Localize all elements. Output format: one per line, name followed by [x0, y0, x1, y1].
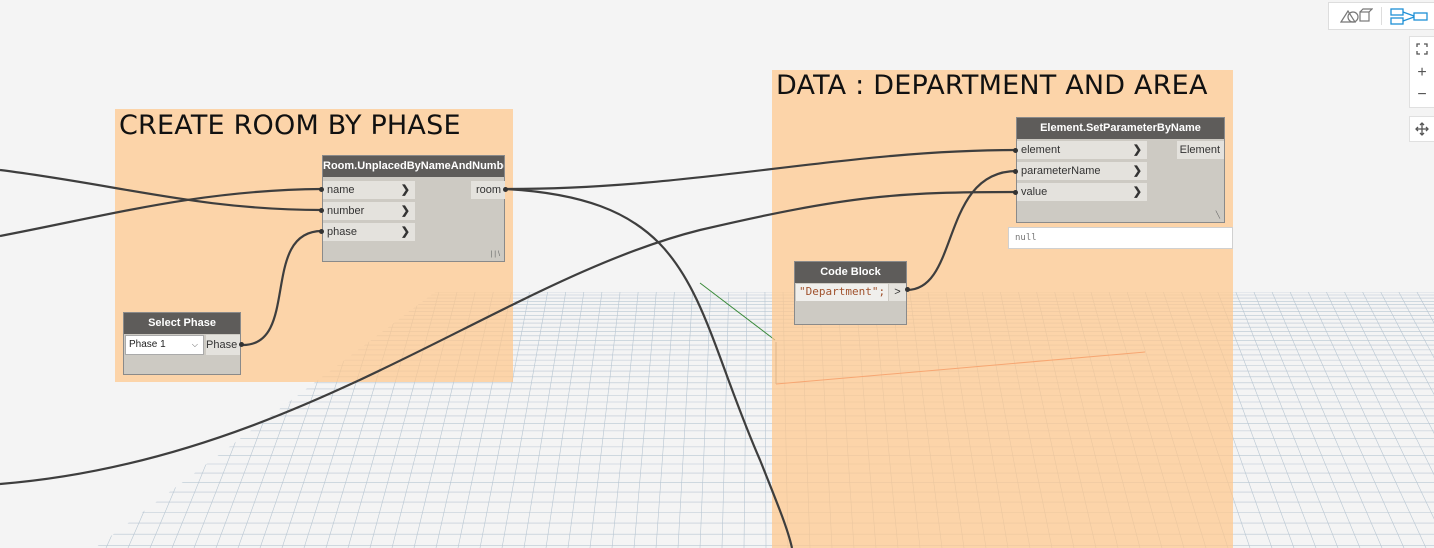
- port-connector: [905, 287, 910, 292]
- geometry-view-button[interactable]: [1329, 3, 1381, 29]
- grid-line: [699, 292, 711, 548]
- port-label: Element: [1179, 144, 1220, 156]
- input-port-phase[interactable]: phase ❯: [323, 223, 415, 241]
- input-port-value[interactable]: value ❯: [1017, 183, 1147, 201]
- chevron-right-icon: ❯: [1132, 165, 1142, 177]
- grid-line: [1271, 292, 1383, 548]
- lacing-indicator[interactable]: ╲: [1216, 211, 1220, 219]
- pan-button[interactable]: [1410, 118, 1434, 140]
- port-connector: [503, 187, 508, 192]
- code-block-editor[interactable]: "Department";: [796, 284, 888, 301]
- zoom-controls: + −: [1409, 36, 1434, 108]
- node-title: Element.SetParameterByName: [1017, 118, 1224, 139]
- chevron-right-icon: ❯: [400, 205, 410, 217]
- grid-line: [633, 292, 657, 548]
- input-port-name[interactable]: name ❯: [323, 181, 415, 199]
- grid-line: [523, 292, 567, 548]
- port-label: value: [1021, 186, 1048, 198]
- group-title: CREATE ROOM BY PHASE: [119, 110, 461, 141]
- node-select-phase[interactable]: Select Phase Phase 1 ⌵ Phase: [123, 312, 241, 375]
- input-port-number[interactable]: number ❯: [323, 202, 415, 220]
- grid-line: [655, 292, 675, 548]
- grid-line: [1398, 292, 1434, 548]
- view-toggle-toolbar: [1328, 2, 1434, 30]
- grid-line: [0, 292, 41, 548]
- input-port-element[interactable]: element ❯: [1017, 141, 1147, 159]
- grid-line: [743, 292, 748, 548]
- group-title: DATA : DEPARTMENT AND AREA: [776, 70, 1208, 101]
- chevron-right-icon: ❯: [1132, 144, 1142, 156]
- phase-dropdown[interactable]: Phase 1 ⌵: [125, 335, 204, 355]
- grid-line: [545, 292, 585, 548]
- input-port-parameter-name[interactable]: parameterName ❯: [1017, 162, 1147, 180]
- grid-line: [721, 292, 730, 548]
- grid-line: [611, 292, 639, 548]
- chevron-right-icon: ❯: [1132, 186, 1142, 198]
- graph-view-button[interactable]: [1382, 3, 1434, 29]
- pan-control: [1409, 116, 1434, 142]
- port-label: Phase: [206, 339, 238, 351]
- chevron-right-icon: ❯: [400, 184, 410, 196]
- port-label: number: [327, 205, 365, 217]
- zoom-out-button[interactable]: −: [1410, 84, 1434, 106]
- output-port-phase[interactable]: Phase: [206, 335, 240, 355]
- zoom-in-button[interactable]: +: [1410, 62, 1434, 84]
- node-room-unplaced-by-name-and-number[interactable]: Room.UnplacedByNameAndNumber name ❯ numbe…: [322, 155, 505, 262]
- fit-view-icon: [1416, 43, 1428, 55]
- grid-line: [589, 292, 621, 548]
- pan-icon: [1415, 122, 1429, 136]
- grid-line: [567, 292, 603, 548]
- node-code-block[interactable]: Code Block "Department"; >: [794, 261, 907, 325]
- geometry-view-icon: [1339, 8, 1373, 23]
- grid-line: [0, 292, 22, 548]
- grid-line: [1307, 292, 1427, 548]
- zoom-out-icon: −: [1417, 86, 1427, 103]
- port-connector: [1013, 169, 1018, 174]
- port-connector: [1013, 190, 1018, 195]
- fit-view-button[interactable]: [1410, 38, 1434, 60]
- chevron-right-icon: ❯: [400, 226, 410, 238]
- grid-line: [95, 292, 114, 548]
- grid-line: [677, 292, 693, 548]
- grid-line: [1344, 292, 1434, 548]
- grid-line: [1235, 292, 1339, 548]
- output-port-code[interactable]: >: [889, 284, 906, 301]
- node-title: Select Phase: [124, 313, 240, 334]
- port-connector: [1013, 148, 1018, 153]
- port-label: phase: [327, 226, 357, 238]
- port-connector: [319, 208, 324, 213]
- output-port-room[interactable]: room: [471, 181, 505, 199]
- zoom-in-icon: +: [1417, 64, 1427, 81]
- node-element-set-parameter-by-name[interactable]: Element.SetParameterByName element ❯ para…: [1016, 117, 1225, 223]
- grid-line: [95, 292, 96, 548]
- grid-line: [1362, 292, 1434, 548]
- grid-line: [1326, 292, 1434, 548]
- grid-line: [764, 292, 767, 548]
- node-preview-output[interactable]: null: [1008, 227, 1233, 249]
- port-label: element: [1021, 144, 1061, 156]
- port-connector: [319, 187, 324, 192]
- node-title: Code Block: [795, 262, 906, 283]
- node-title: Room.UnplacedByNameAndNumber: [323, 156, 504, 177]
- port-label: parameterName: [1021, 165, 1101, 177]
- port-label: name: [327, 184, 355, 196]
- port-label: room: [475, 184, 501, 196]
- grid-line: [0, 292, 59, 548]
- lacing-indicator[interactable]: | | \: [491, 251, 500, 258]
- dropdown-value: Phase 1: [129, 339, 166, 350]
- port-connector: [239, 342, 244, 347]
- grid-line: [0, 292, 77, 548]
- port-connector: [319, 229, 324, 234]
- graph-view-icon: [1389, 8, 1428, 25]
- grid-line: [0, 292, 4, 548]
- chevron-down-icon: ⌵: [191, 340, 198, 349]
- output-port-element[interactable]: Element: [1177, 141, 1224, 159]
- grid-line: [95, 292, 132, 548]
